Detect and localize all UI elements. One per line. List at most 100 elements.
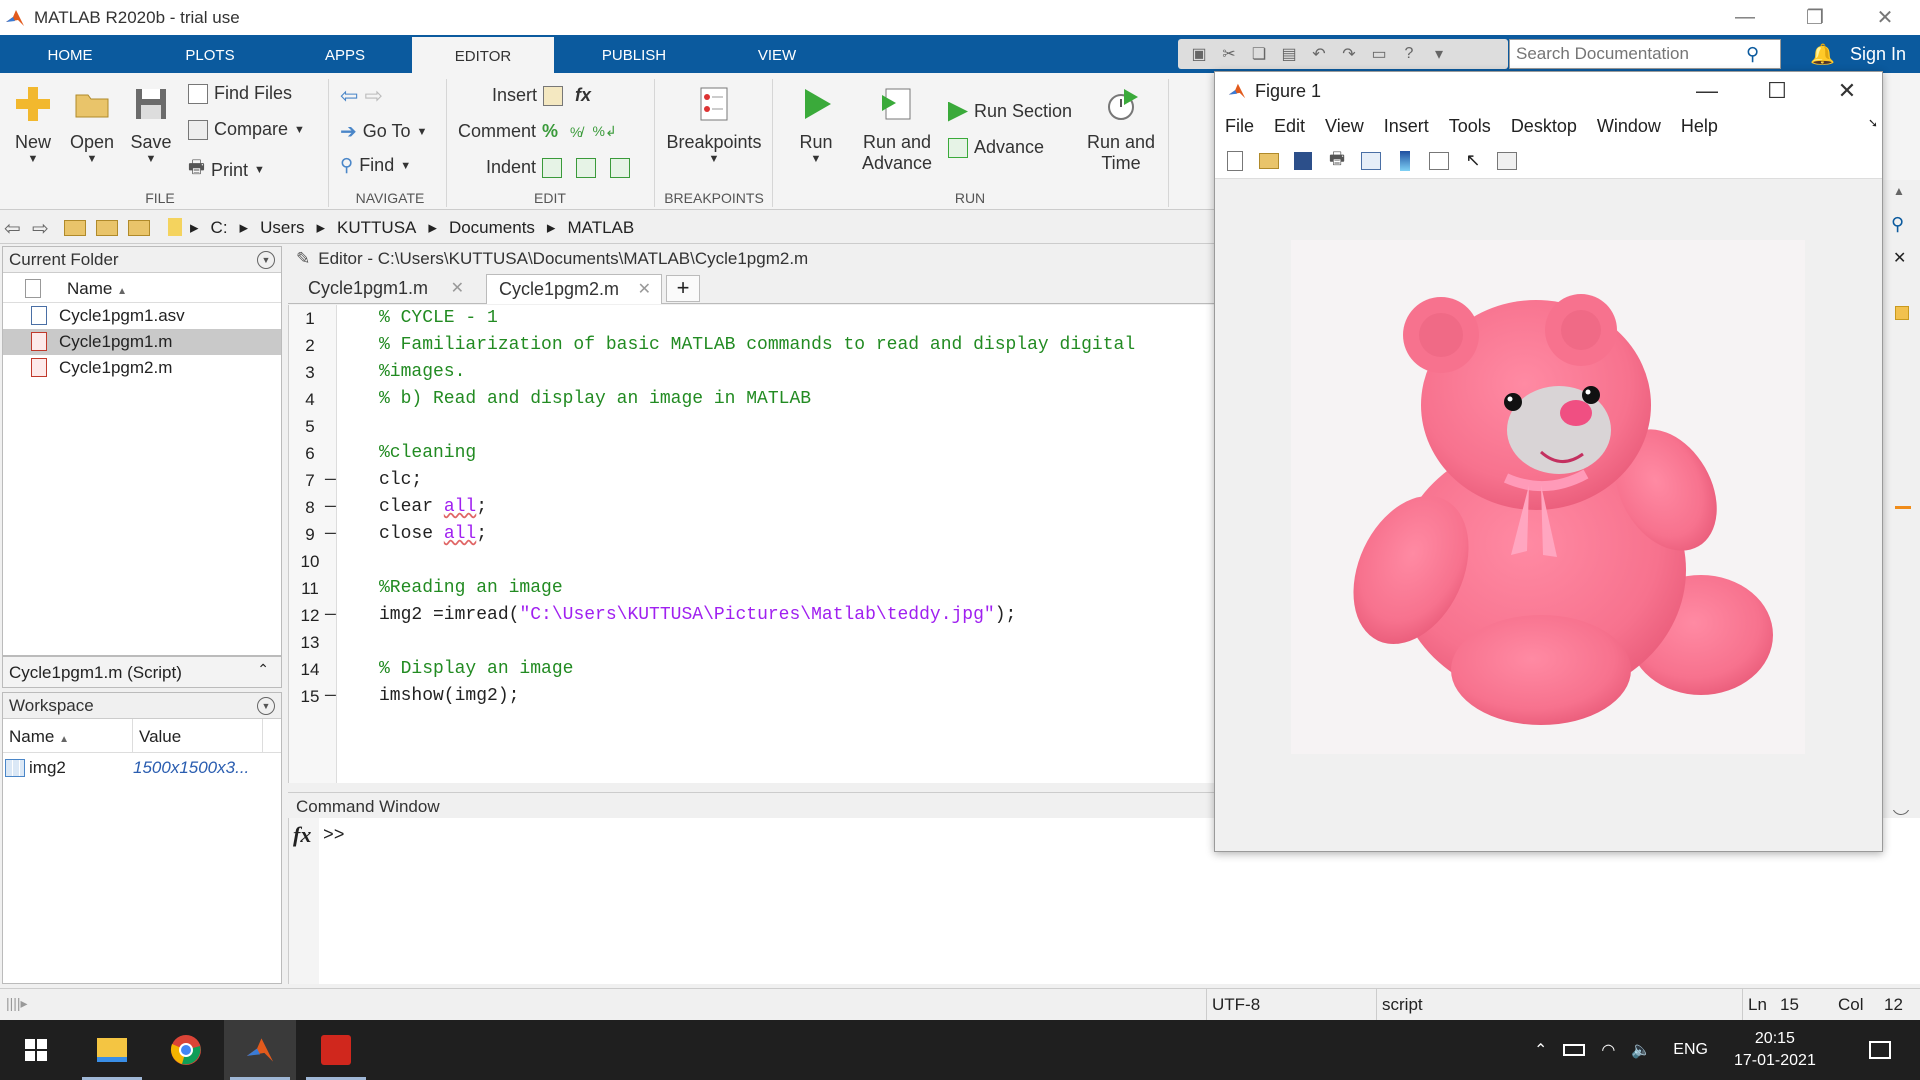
search-folder-icon[interactable] xyxy=(128,220,150,236)
restore-icon[interactable]: ❐ xyxy=(1780,0,1850,35)
uncomment-icon[interactable]: %̸ xyxy=(570,124,582,140)
file-row[interactable]: Cycle1pgm2.m xyxy=(3,355,281,381)
pointer-icon[interactable]: ↖ xyxy=(1459,148,1487,174)
find-files-button[interactable]: Find Files xyxy=(188,83,292,104)
tab-apps[interactable]: APPS xyxy=(280,35,410,73)
close-tab-icon[interactable]: ✕ xyxy=(638,279,651,299)
warning-line-marker[interactable] xyxy=(1895,506,1911,509)
menu-view[interactable]: View xyxy=(1325,116,1364,137)
breadcrumb-item[interactable]: KUTTUSA xyxy=(337,218,416,238)
property-editor-icon[interactable] xyxy=(1493,148,1521,174)
code-editor[interactable]: 1 % CYCLE - 1 2 % Familiarization of basic… xyxy=(288,305,1218,783)
compare-button[interactable]: Compare ▼ xyxy=(188,119,305,140)
tab-editor[interactable]: EDITOR xyxy=(412,37,554,73)
redo-icon[interactable]: ↷ xyxy=(1336,43,1362,65)
switch-windows-icon[interactable]: ▭ xyxy=(1366,43,1392,65)
breakpoint-marker[interactable]: — xyxy=(325,467,336,494)
fx-icon[interactable]: fx xyxy=(575,85,591,106)
file-list-header[interactable]: Name ▲ xyxy=(3,273,281,303)
code-line[interactable]: % Display an image xyxy=(379,656,573,683)
paste-icon[interactable]: ▤ xyxy=(1276,43,1302,65)
breakpoint-marker[interactable]: — xyxy=(325,683,336,710)
code-line[interactable]: close all; xyxy=(379,521,487,548)
language-indicator[interactable]: ENG xyxy=(1673,1041,1708,1059)
insert-button[interactable]: Insert fx xyxy=(492,85,591,106)
run-and-time-button[interactable]: Run and Time xyxy=(1082,85,1160,174)
chevron-up-icon[interactable]: ⌃ xyxy=(257,661,269,678)
copy-icon[interactable]: ❏ xyxy=(1246,43,1272,65)
workspace-row[interactable]: img2 1500x1500x3... xyxy=(3,753,281,783)
new-tab-button[interactable]: + xyxy=(666,275,700,302)
tab-publish[interactable]: PUBLISH xyxy=(554,35,714,73)
code-line[interactable]: imshow(img2); xyxy=(379,683,519,710)
advance-button[interactable]: Advance xyxy=(948,137,1044,158)
breadcrumb-item[interactable]: Users xyxy=(260,218,304,238)
menu-edit[interactable]: Edit xyxy=(1274,116,1305,137)
code-line[interactable]: clear all; xyxy=(379,494,487,521)
volume-icon[interactable]: 🔈 xyxy=(1631,1040,1651,1060)
notification-bell-icon[interactable]: 🔔 xyxy=(1810,42,1835,66)
goto-button[interactable]: ➔ Go To ▼ xyxy=(340,119,427,144)
file-row-selected[interactable]: Cycle1pgm1.m xyxy=(3,329,281,355)
dock-arrow-icon[interactable]: ➘ xyxy=(1868,116,1878,130)
back-forward-buttons[interactable]: ⇦ ⇨ xyxy=(340,83,383,109)
link-plot-icon[interactable] xyxy=(1357,148,1385,174)
menu-desktop[interactable]: Desktop xyxy=(1511,116,1577,137)
code-line[interactable]: %cleaning xyxy=(379,440,476,467)
code-line[interactable]: clc; xyxy=(379,467,422,494)
name-column-header[interactable]: Name ▲ xyxy=(3,719,133,752)
taskbar-matlab[interactable] xyxy=(224,1020,296,1080)
forward-icon[interactable]: ⇨ xyxy=(32,216,49,241)
menu-tools[interactable]: Tools xyxy=(1449,116,1491,137)
save-figure-icon[interactable] xyxy=(1289,148,1317,174)
tab-plots[interactable]: PLOTS xyxy=(140,35,280,73)
breakpoint-marker[interactable]: — xyxy=(325,521,336,548)
menu-file[interactable]: File xyxy=(1225,116,1254,137)
tab-home[interactable]: HOME xyxy=(0,35,140,73)
taskbar-chrome[interactable] xyxy=(150,1020,222,1080)
browse-folder-icon[interactable] xyxy=(96,220,118,236)
warning-marker-icon[interactable] xyxy=(1895,306,1909,320)
run-and-advance-button[interactable]: Run and Advance xyxy=(858,85,936,174)
search-icon[interactable]: ⚲ xyxy=(1891,214,1904,235)
breakpoint-marker[interactable]: — xyxy=(325,602,336,629)
clock[interactable]: 20:15 17-01-2021 xyxy=(1734,1020,1816,1080)
code-line[interactable]: %images. xyxy=(379,359,465,386)
breadcrumb-item[interactable]: MATLAB xyxy=(567,218,634,238)
back-arrow-icon[interactable]: ⇦ xyxy=(340,83,358,109)
increase-indent-icon[interactable] xyxy=(576,157,597,178)
up-folder-icon[interactable] xyxy=(64,220,86,236)
search-documentation[interactable]: ⚲ xyxy=(1509,39,1781,69)
code-line[interactable]: img2 =imread("C:\Users\KUTTUSA\Pictures\… xyxy=(379,602,1016,629)
battery-icon[interactable] xyxy=(1563,1044,1586,1056)
fx-icon[interactable]: fx xyxy=(293,822,311,848)
new-figure-icon[interactable] xyxy=(1221,148,1249,174)
save-icon[interactable]: ▣ xyxy=(1186,43,1212,65)
maximize-icon[interactable]: ☐ xyxy=(1742,72,1812,110)
name-column-header[interactable]: Name xyxy=(67,279,112,298)
menu-insert[interactable]: Insert xyxy=(1384,116,1429,137)
start-button[interactable] xyxy=(0,1020,72,1080)
dropdown-icon[interactable]: ▾ xyxy=(1426,43,1452,65)
new-button[interactable]: New ▼ xyxy=(10,85,56,165)
sign-in-link[interactable]: Sign In xyxy=(1850,44,1906,65)
collapse-up-icon[interactable]: ▲ xyxy=(1893,184,1905,198)
minimize-icon[interactable]: — xyxy=(1672,72,1742,110)
details-bar[interactable]: Cycle1pgm1.m (Script) ⌃ xyxy=(2,656,282,688)
minimize-icon[interactable]: — xyxy=(1710,0,1780,35)
menu-help[interactable]: Help xyxy=(1681,116,1718,137)
code-line[interactable]: % CYCLE - 1 xyxy=(379,305,498,332)
search-icon[interactable]: ⚲ xyxy=(1746,44,1759,65)
close-icon[interactable]: ✕ xyxy=(1850,0,1920,35)
editor-tab-active[interactable]: Cycle1pgm2.m ✕ xyxy=(486,274,662,304)
code-line[interactable]: %Reading an image xyxy=(379,575,563,602)
close-icon[interactable]: ✕ xyxy=(1812,72,1882,110)
print-button[interactable]: 🖶 Print ▼ xyxy=(188,155,265,185)
chevron-up-icon[interactable]: ⌃ xyxy=(1534,1040,1547,1060)
file-row[interactable]: Cycle1pgm1.asv xyxy=(3,303,281,329)
breadcrumb-item[interactable]: C: xyxy=(211,218,228,238)
notifications-button[interactable] xyxy=(1856,1020,1904,1080)
editor-tab[interactable]: Cycle1pgm1.m ✕ xyxy=(296,274,474,304)
find-button[interactable]: ⚲ Find ▼ xyxy=(340,155,411,176)
wifi-icon[interactable]: ◠ xyxy=(1601,1040,1615,1060)
